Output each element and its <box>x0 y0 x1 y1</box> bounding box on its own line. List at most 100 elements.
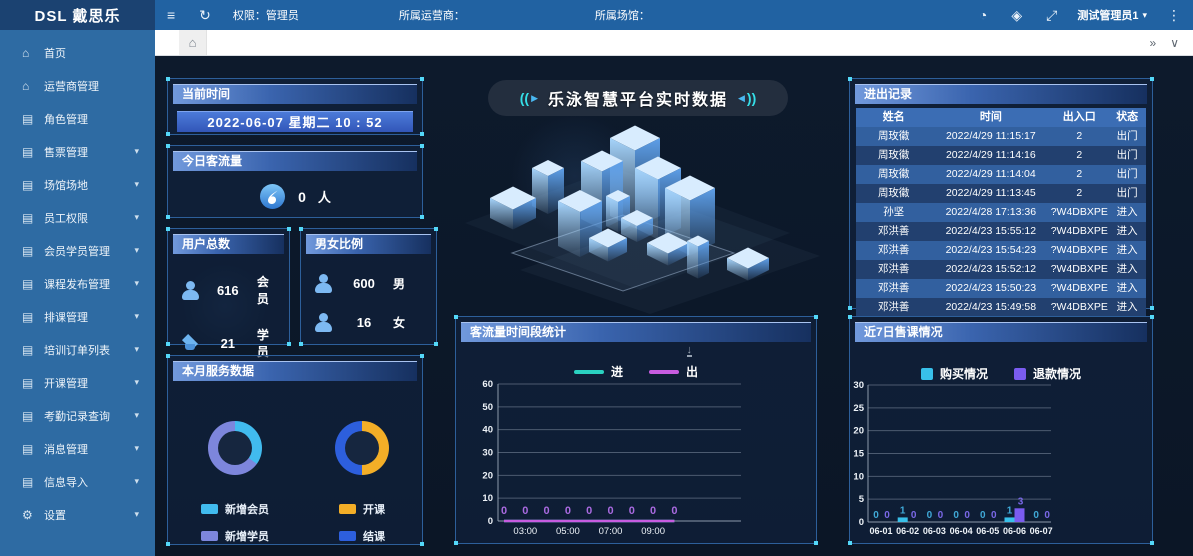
svg-text:06-02: 06-02 <box>896 526 919 536</box>
table-row[interactable]: 周玫徽2022/4/29 11:14:162出门 <box>856 146 1146 165</box>
sidebar-item-label: 角色管理 <box>44 111 88 127</box>
stack-icon: ▤ <box>22 475 33 489</box>
home-tab[interactable]: ⌂ <box>179 30 207 55</box>
table-row[interactable]: 邓洪善2022/4/23 15:52:12?W4DBXPE进入 <box>856 260 1146 279</box>
stack-icon: ▤ <box>22 112 33 126</box>
sidebar-item-9[interactable]: ▤排课管理▾ <box>0 300 155 333</box>
table-cell: 2022/4/29 11:14:16 <box>931 146 1050 165</box>
flow-chart-panel: 客流量时间段统计 ↓ 进出 010203040506000000000003:0… <box>455 316 817 544</box>
table-row[interactable]: 周玫徽2022/4/29 11:15:172出门 <box>856 127 1146 146</box>
sidebar-item-12[interactable]: ▤考勤记录查询▾ <box>0 399 155 432</box>
svg-text:03:00: 03:00 <box>513 526 537 537</box>
user-name: 测试管理员1 <box>1077 7 1138 23</box>
tag-icon[interactable]: ◈ <box>1011 7 1022 24</box>
chevron-down-icon: ▾ <box>134 245 139 256</box>
chevron-down-icon: ▾ <box>134 410 139 421</box>
venue-label: 所属场馆： <box>595 7 650 23</box>
stat-value: 16 <box>349 315 379 330</box>
sidebar-item-8[interactable]: ▤课程发布管理▾ <box>0 267 155 300</box>
table-cell: 2 <box>1050 146 1108 165</box>
table-cell: 出门 <box>1108 146 1146 165</box>
gauge-icon[interactable]: ◔ <box>979 7 987 23</box>
legend-swatch <box>339 504 356 514</box>
table-cell: 2022/4/23 15:50:23 <box>931 279 1050 298</box>
sidebar-item-7[interactable]: ▤会员学员管理▾ <box>0 234 155 267</box>
user-total-panel: 用户总数 616 会员 21 学员 <box>167 228 290 345</box>
svg-text:06-06: 06-06 <box>1003 526 1026 536</box>
sidebar-item-2[interactable]: ⌂运营商管理 <box>0 69 155 102</box>
fullscreen-icon[interactable]: ⤢ <box>1046 7 1057 24</box>
chevron-down-icon: ▾ <box>134 344 139 355</box>
stack-icon: ▤ <box>22 145 33 159</box>
svg-text:0: 0 <box>522 505 528 517</box>
sidebar-item-11[interactable]: ▤开课管理▾ <box>0 366 155 399</box>
stat-value: 600 <box>349 276 379 291</box>
svg-text:0: 0 <box>586 505 592 517</box>
male-icon <box>313 273 333 293</box>
svg-text:0: 0 <box>1033 510 1039 521</box>
tabs-collapse-icon[interactable]: ∨ <box>1170 36 1179 50</box>
sidebar-item-13[interactable]: ▤消息管理▾ <box>0 432 155 465</box>
legend-item: 新增会员 <box>201 501 269 517</box>
city-3d-illustration <box>455 118 840 314</box>
refresh-icon[interactable]: ↻ <box>199 7 211 24</box>
table-row[interactable]: 周玫徽2022/4/29 11:14:042出门 <box>856 165 1146 184</box>
table-row[interactable]: 邓洪善2022/4/23 15:55:12?W4DBXPE进入 <box>856 222 1146 241</box>
stack-icon: ▤ <box>22 409 33 423</box>
sidebar-item-label: 运营商管理 <box>44 78 99 94</box>
table-cell: 出门 <box>1108 165 1146 184</box>
sidebar-item-label: 设置 <box>44 507 66 523</box>
sidebar-item-5[interactable]: ▤场馆场地▾ <box>0 168 155 201</box>
svg-text:0: 0 <box>859 517 864 528</box>
svg-text:30: 30 <box>482 448 493 459</box>
operator-label: 所属运营商： <box>399 7 465 23</box>
sidebar-item-6[interactable]: ▤员工权限▾ <box>0 201 155 234</box>
legend-label: 新增会员 <box>225 501 269 517</box>
dashboard-page: DSL 戴思乐 ≡ ↻ 权限：管理员 所属运营商： 所属场馆： ◔ ◈ ⤢ 测试… <box>0 0 1193 556</box>
today-flow-value: 0 <box>298 189 306 205</box>
svg-text:0: 0 <box>980 510 986 521</box>
panel-title: 男女比例 <box>306 234 431 254</box>
svg-text:06-05: 06-05 <box>976 526 999 536</box>
panel-title: 进出记录 <box>855 84 1147 104</box>
sell-bar-chart: 05101520253006-0106-0206-0306-0406-0506-… <box>850 317 1154 545</box>
sidebar-item-10[interactable]: ▤培训订单列表▾ <box>0 333 155 366</box>
sidebar-item-label: 员工权限 <box>44 210 88 226</box>
stack-icon: ▤ <box>22 343 33 357</box>
sidebar-item-4[interactable]: ▤售票管理▾ <box>0 135 155 168</box>
table-row[interactable]: 周玫徽2022/4/29 11:13:452出门 <box>856 184 1146 203</box>
chevron-down-icon: ▾ <box>134 377 139 388</box>
table-row[interactable]: 孙坚2022/4/28 17:13:36?W4DBXPE进入 <box>856 203 1146 222</box>
stack-icon: ▤ <box>22 211 33 225</box>
table-cell: 2022/4/23 15:55:12 <box>931 222 1050 241</box>
sidebar-item-15[interactable]: ⚙设置▾ <box>0 498 155 531</box>
collapse-menu-icon[interactable]: ≡ <box>167 7 175 23</box>
table-row[interactable]: 邓洪善2022/4/23 15:50:23?W4DBXPE进入 <box>856 279 1146 298</box>
user-menu[interactable]: 测试管理员1 ▾ <box>1077 7 1147 23</box>
legend-swatch <box>339 531 356 541</box>
donut-chart-right: 开课结课 <box>335 421 389 544</box>
column-header: 状态 <box>1108 108 1146 127</box>
svg-text:0: 0 <box>544 505 550 517</box>
stack-icon: ▤ <box>22 178 33 192</box>
stack-icon: ▤ <box>22 244 33 258</box>
more-options-icon[interactable]: ⋮ <box>1167 7 1181 24</box>
gear-icon: ⚙ <box>22 508 33 522</box>
donut-ring <box>335 421 389 475</box>
svg-text:0: 0 <box>629 505 635 517</box>
chevron-down-icon: ▾ <box>134 443 139 454</box>
sidebar-item-14[interactable]: ▤信息导入▾ <box>0 465 155 498</box>
chevron-down-icon: ▾ <box>1142 10 1147 21</box>
sidebar-item-3[interactable]: ▤ 角色管理 <box>0 102 155 135</box>
panel-title: 当前时间 <box>173 84 417 104</box>
legend-item: 新增学员 <box>201 528 269 544</box>
column-header: 时间 <box>931 108 1050 127</box>
tabs-expand-icon[interactable]: » <box>1150 36 1157 50</box>
svg-text:3: 3 <box>1018 496 1024 507</box>
table-row[interactable]: 邓洪善2022/4/23 15:54:23?W4DBXPE进入 <box>856 241 1146 260</box>
table-row[interactable]: 邓洪善2022/4/23 15:49:58?W4DBXPE进入 <box>856 298 1146 317</box>
page-title: 乐泳智慧平台实时数据 <box>548 86 728 110</box>
sidebar-item-1[interactable]: ⌂首页 <box>0 36 155 69</box>
svg-text:1: 1 <box>1007 505 1013 516</box>
table-cell: 出门 <box>1108 127 1146 146</box>
